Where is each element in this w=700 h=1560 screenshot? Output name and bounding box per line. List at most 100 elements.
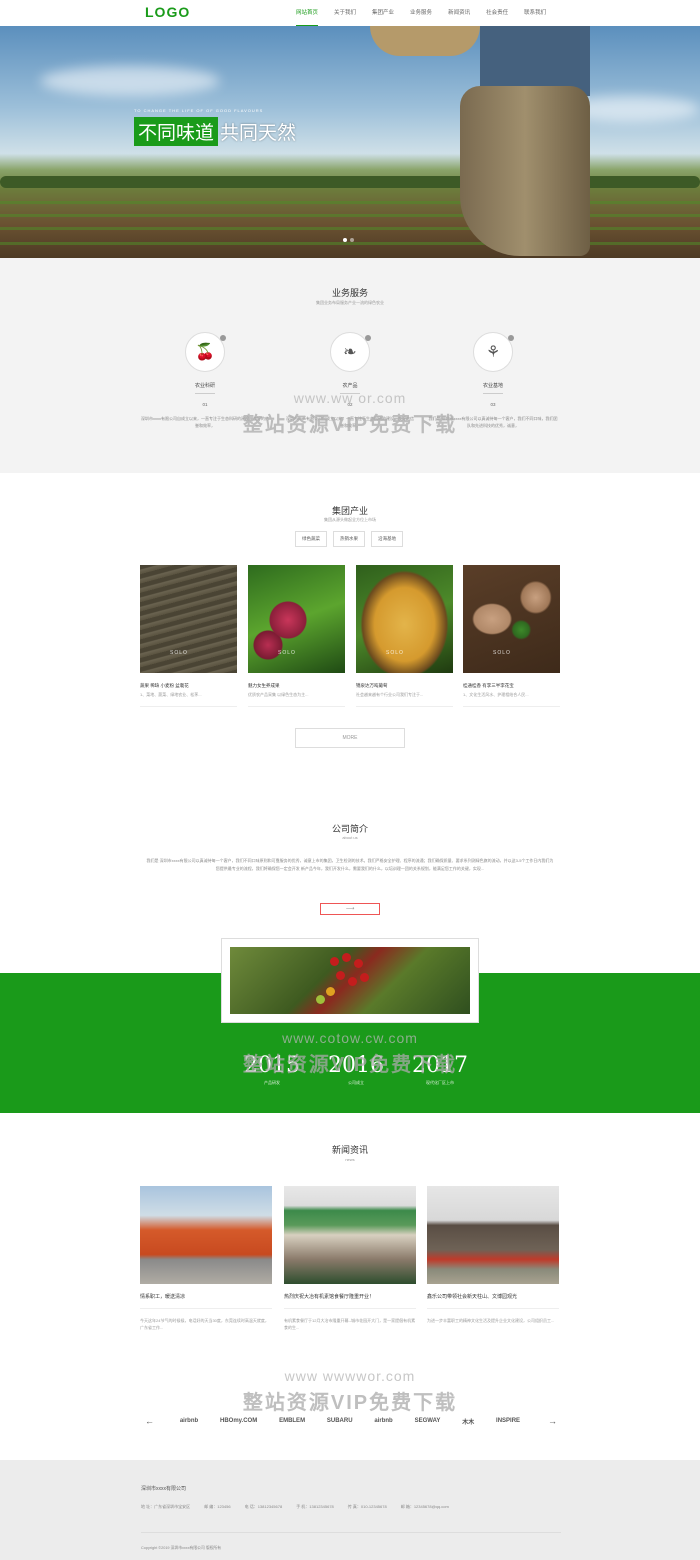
industry-tabs: 绿色蔬菜 热销水果 沿海基地 [295, 531, 403, 547]
partner-logo[interactable]: airbnb [374, 1418, 392, 1424]
partner-logos: airbnb HBOmy.COM EMBLEM SUBARU airbnb SE… [140, 1410, 560, 1432]
leaf-icon: ❧ [330, 332, 371, 372]
services-title: 业务服务 [331, 288, 368, 298]
service-desc: 深圳市xxxx有限公司自成立以来，一直专注于生态科研的建设，良好的信誉和效率， [286, 416, 414, 428]
product-image: SOLO [248, 565, 345, 673]
news-title-text: 鑫乐公司带领社会新天柱山、文博园观光 [427, 1294, 518, 1300]
tab-fruits[interactable]: 热销水果 [333, 531, 365, 547]
slider-dot[interactable] [350, 238, 354, 242]
nav-item-services[interactable]: 业务服务 [402, 0, 440, 26]
service-name: 农业基地 [482, 383, 503, 389]
service-item[interactable]: ❧ 农产品 02 深圳市xxxx有限公司自成立以来，一直专注于生态科研的建设，良… [285, 332, 415, 429]
watering-can [370, 26, 480, 56]
service-desc: 深圳市xxxx有限公司自成立以来，一直专注于生态科研的建设，良好的信誉和效率， [141, 416, 269, 428]
partner-logo[interactable]: SUBARU [327, 1418, 353, 1424]
partner-logo[interactable]: 木木 [462, 1417, 474, 1426]
site-logo[interactable]: LOGO [145, 4, 190, 20]
industry-subtitle: 集团从源头做起全方位上市场 [324, 517, 376, 522]
product-desc: 1、文化生活风水、护理相结合人民... [463, 692, 529, 697]
year-value: 2016 [328, 1053, 384, 1078]
main-nav: 网站首页 关于我们 集团产业 业务服务 新闻资讯 社会责任 联系我们 [288, 0, 554, 26]
news-section: 新闻资讯 news 情系职工，暖送清凉 今天这年24节气的时候候，电话好的天当3… [0, 1113, 700, 1460]
partner-logo[interactable]: airbnb [180, 1418, 198, 1424]
partner-logo[interactable]: INSPIRE [496, 1418, 520, 1424]
industry-title: 集团产业 [331, 506, 368, 516]
services-section: 业务服务 集团业务布局服务产业一流的绿色农业 🍒 农业科研 01 深圳市xxxx… [0, 258, 700, 473]
footer-company: 深圳市xxxx有限公司 [141, 1486, 187, 1492]
news-subtitle: news [345, 1157, 355, 1162]
product-title: 魅力女生养成果 [248, 683, 280, 688]
timeline-years: 2015 产品研发 2016 公司成立 2017 现代化厂区上市 [230, 1053, 482, 1086]
partner-logo[interactable]: EMBLEM [279, 1418, 305, 1424]
timeline-year: 2016 公司成立 [314, 1053, 398, 1086]
service-name: 农产品 [342, 383, 358, 389]
partner-logo[interactable]: SEGWAY [415, 1418, 441, 1424]
site-header: LOGO 网站首页 关于我们 集团产业 业务服务 新闻资讯 社会责任 联系我们 [0, 0, 700, 26]
product-card[interactable]: SOLO 魅力女生养成果 优质农产品采集 以绿色生态为主... [248, 565, 345, 707]
cherry-photo [230, 947, 470, 1014]
service-item[interactable]: 🍒 农业科研 01 深圳市xxxx有限公司自成立以来，一直专注于生态科研的建设，… [140, 332, 270, 429]
news-title-text: 情系职工，暖送清凉 [140, 1294, 186, 1300]
news-card[interactable]: 热烈庆祝大冶有机素馆食餐厅隆重开业！ 有机素食餐厅于12月大冶市隆重开幕--城市… [284, 1186, 416, 1331]
nav-item-industry[interactable]: 集团产业 [364, 0, 402, 26]
service-desc: 我们是 深圳市xxxx有限公司以真诚待每一个客户，我们不同口味，我们团队和先进科… [428, 416, 558, 428]
footer-phone: 电 话：13812345678 [244, 1504, 283, 1509]
product-desc: 1、菜地、蔬菜、绿地农业、松茅... [140, 692, 202, 697]
news-card[interactable]: 鑫乐公司带领社会新天柱山、文博园观光 为进一步丰富职工的精神文化生活及提升企业文… [427, 1186, 559, 1324]
site-footer: 深圳市xxxx有限公司 地 址：广东省深圳市宝安区 邮 编：123456 电 话… [0, 1460, 700, 1560]
cherry-photo-frame [221, 938, 479, 1023]
product-image: SOLO [463, 565, 560, 673]
news-desc: 今天这年24节气的时候候，电话好的天当30度，东莞连续时高温天就度，广东省工作.… [140, 1318, 269, 1330]
year-label: 公司成立 [348, 1080, 364, 1085]
intro-title: 公司简介 [331, 824, 368, 834]
hero-boot [460, 86, 590, 256]
news-image [284, 1186, 416, 1284]
hero-banner: TO CHANGE THE LIFE OF OF GOOD FLAVOURS 不… [0, 26, 700, 258]
year-label: 产品研发 [264, 1080, 280, 1085]
tab-coastal[interactable]: 沿海基地 [371, 531, 403, 547]
next-arrow-icon[interactable]: → [548, 1416, 557, 1426]
footer-mobile: 手 机：13812345678 [296, 1504, 334, 1509]
nav-item-contact[interactable]: 联系我们 [516, 0, 554, 26]
news-image [140, 1186, 272, 1284]
service-item[interactable]: ⚘ 农业基地 03 我们是 深圳市xxxx有限公司以真诚待每一个客户，我们不同口… [428, 332, 558, 429]
industry-section: 集团产业 集团从源头做起全方位上市场 绿色蔬菜 热销水果 沿海基地 SOLO 蔬… [0, 473, 700, 793]
news-desc: 为进一步丰富职工的精神文化生活及提升企业文化建设，公司组织员工... [427, 1318, 555, 1323]
product-title: 蔬果 稀缺 小麦粉 盆栽花 [140, 683, 189, 688]
product-title: 桂通桂香 有李三半李花宝 [463, 683, 514, 688]
news-title-text: 热烈庆祝大冶有机素馆食餐厅隆重开业！ [284, 1294, 375, 1300]
footer-fax: 传 真：010-12345678 [347, 1504, 387, 1509]
intro-subtitle: about us [342, 835, 358, 840]
service-name: 农业科研 [194, 383, 215, 389]
tab-vegetables[interactable]: 绿色蔬菜 [295, 531, 327, 547]
nav-item-responsibility[interactable]: 社会责任 [478, 0, 516, 26]
hero-subline: TO CHANGE THE LIFE OF OF GOOD FLAVOURS [134, 108, 264, 113]
cherry-icon: 🍒 [185, 332, 226, 372]
partner-logo[interactable]: HBOmy.COM [220, 1418, 257, 1424]
year-label: 现代化厂区上市 [426, 1080, 454, 1085]
product-desc: 优质农产品采集 以绿色生态为主... [248, 692, 309, 697]
year-value: 2015 [244, 1053, 300, 1078]
product-card[interactable]: SOLO 蔬果 稀缺 小麦粉 盆栽花 1、菜地、蔬菜、绿地农业、松茅... [140, 565, 237, 707]
year-value: 2017 [412, 1053, 468, 1078]
service-number: 01 [202, 402, 208, 407]
footer-postcode: 邮 编：123456 [204, 1504, 231, 1509]
intro-more-button[interactable]: ⟶ [320, 903, 380, 915]
footer-address: 地 址：广东省深圳市宝安区 [141, 1504, 191, 1509]
news-title: 新闻资讯 [331, 1145, 368, 1155]
more-button[interactable]: MORE [295, 728, 405, 748]
product-card[interactable]: SOLO 桂通桂香 有李三半李花宝 1、文化生活风水、护理相结合人民... [463, 565, 560, 707]
footer-contact: 地 址：广东省深圳市宝安区 邮 编：123456 电 话：13812345678… [141, 1504, 449, 1510]
nav-item-about[interactable]: 关于我们 [326, 0, 364, 26]
product-desc: 社会越来越有个行业公司我们专注于... [356, 692, 424, 697]
footer-copyright: Copyright ©2019 深圳市xxxx有限公司 版权所有 [141, 1546, 222, 1550]
nav-item-news[interactable]: 新闻资讯 [440, 0, 478, 26]
services-subtitle: 集团业务布局服务产业一流的绿色农业 [316, 300, 384, 305]
product-card[interactable]: SOLO 锦泉达万吨葡萄 社会越来越有个行业公司我们专注于... [356, 565, 453, 707]
slider-dot[interactable] [343, 238, 347, 242]
nav-item-home[interactable]: 网站首页 [288, 0, 326, 26]
footer-email: 邮 箱：12345678@qq.com [400, 1504, 449, 1509]
service-number: 02 [347, 402, 353, 407]
news-card[interactable]: 情系职工，暖送清凉 今天这年24节气的时候候，电话好的天当30度，东莞连续时高温… [140, 1186, 272, 1331]
hero-tag-highlight: 不同味道 [134, 117, 219, 146]
